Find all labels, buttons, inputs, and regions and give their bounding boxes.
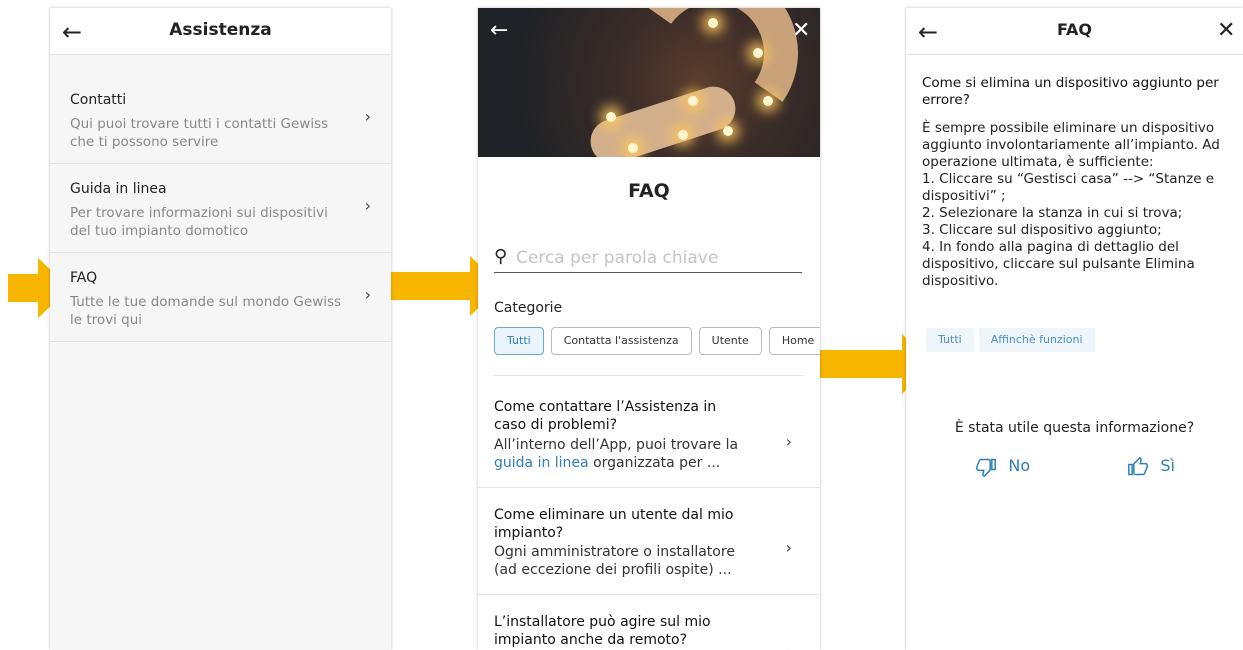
chip-home[interactable]: Home: [768, 327, 820, 355]
search-bar: ⚲: [494, 246, 802, 273]
chip-utente[interactable]: Utente: [698, 327, 762, 355]
faq-question: Come eliminare un utente dal mio impiant…: [494, 507, 734, 541]
faq-answer: Ogni amministratore o installatore (ad e…: [494, 544, 735, 578]
header: ← FAQ ✕: [906, 8, 1243, 55]
light-bulb: [606, 112, 616, 122]
page-title: FAQ: [628, 180, 670, 202]
categories-label: Categorie: [494, 300, 563, 316]
chevron-right-icon: ›: [785, 538, 792, 557]
thumbs-up-icon: [1128, 454, 1154, 478]
tag-tutti[interactable]: Tutti: [926, 328, 974, 352]
category-chips: Tutti Contatta l'assistenza Utente Home: [494, 327, 820, 355]
chevron-right-icon: ›: [785, 432, 792, 451]
chevron-right-icon: ›: [364, 196, 371, 215]
faq-answer: All’interno dell’App, puoi trovare la gu…: [494, 436, 754, 472]
faq-answer-text: organizzata per ...: [588, 455, 721, 471]
vote-no-button[interactable]: No: [976, 454, 1030, 478]
arrow-left-icon[interactable]: ←: [490, 20, 508, 42]
menu-item-faq[interactable]: FAQ Tutte le tue domande sul mondo Gewis…: [50, 253, 391, 342]
light-bulb: [723, 126, 733, 136]
menu-item-title: FAQ: [70, 270, 98, 286]
faq-item[interactable]: Come contattare l’Assistenza in caso di …: [478, 376, 820, 488]
page-title: Assistenza: [169, 20, 272, 40]
screen-faq-detail: ← FAQ ✕ Come si elimina un dispositivo a…: [906, 8, 1243, 650]
faq-question: Come contattare l’Assistenza in caso di …: [494, 399, 717, 433]
tag-affinche-funzioni[interactable]: Affinchè funzioni: [978, 328, 1095, 352]
faq-item[interactable]: Come eliminare un utente dal mio impiant…: [478, 488, 820, 595]
chip-contatta-assistenza[interactable]: Contatta l'assistenza: [550, 327, 692, 355]
screen-assistenza: ← Assistenza Contatti Qui puoi trovare t…: [50, 8, 391, 650]
screen-faq-list: ← ✕ FAQ ⚲ Categorie TuttiContatta l'assi…: [478, 8, 820, 650]
chevron-right-icon: ›: [364, 107, 371, 126]
hero-image: ← ✕: [478, 8, 820, 157]
faq-tags: Tutti Affinchè funzioni: [926, 328, 1100, 352]
menu-item-guida[interactable]: Guida in linea Per trovare informazioni …: [50, 164, 391, 253]
faq-answer: È sempre possibile eliminare un disposit…: [922, 120, 1220, 289]
menu-item-subtitle: Per trovare informazioni sui dispositivi…: [70, 205, 328, 239]
page-title: FAQ: [1056, 20, 1093, 39]
search-input[interactable]: [516, 246, 796, 270]
faq-item[interactable]: L’installatore può agire sul mio impiant…: [478, 595, 820, 650]
menu-item-subtitle: Tutte le tue domande sul mondo Gewiss le…: [70, 294, 342, 328]
guida-link[interactable]: guida in linea: [494, 455, 589, 471]
menu-item-subtitle: Qui puoi trovare tutti i contatti Gewiss…: [70, 116, 329, 150]
light-bulb: [753, 48, 763, 58]
thumbs-down-icon: [976, 454, 1002, 478]
close-icon[interactable]: ✕: [1217, 20, 1235, 42]
menu-item-title: Guida in linea: [70, 181, 167, 197]
light-bulb: [763, 96, 773, 106]
faq-question: Come si elimina un dispositivo aggiunto …: [922, 75, 1219, 108]
light-bulb: [708, 18, 718, 28]
search-icon: ⚲: [494, 246, 508, 267]
chevron-right-icon: ›: [786, 643, 792, 650]
vote-yes-label: Sì: [1160, 456, 1175, 475]
chevron-right-icon: ›: [364, 285, 371, 304]
light-bulb: [678, 130, 688, 140]
faq-answer-text: All’interno dell’App, puoi trovare la: [494, 437, 739, 453]
vote-yes-button[interactable]: Sì: [1128, 454, 1175, 478]
feedback-question: È stata utile questa informazione?: [954, 420, 1195, 436]
faq-question: L’installatore può agire sul mio impiant…: [494, 614, 711, 648]
menu-item-contatti[interactable]: Contatti Qui puoi trovare tutti i contat…: [50, 75, 391, 164]
light-bulb: [688, 96, 698, 106]
light-bulb: [628, 143, 638, 153]
menu-item-title: Contatti: [70, 92, 127, 108]
chip-tutti[interactable]: Tutti: [494, 327, 544, 355]
header: ← Assistenza: [50, 8, 391, 55]
vote-no-label: No: [1008, 456, 1031, 475]
close-icon[interactable]: ✕: [792, 20, 810, 42]
